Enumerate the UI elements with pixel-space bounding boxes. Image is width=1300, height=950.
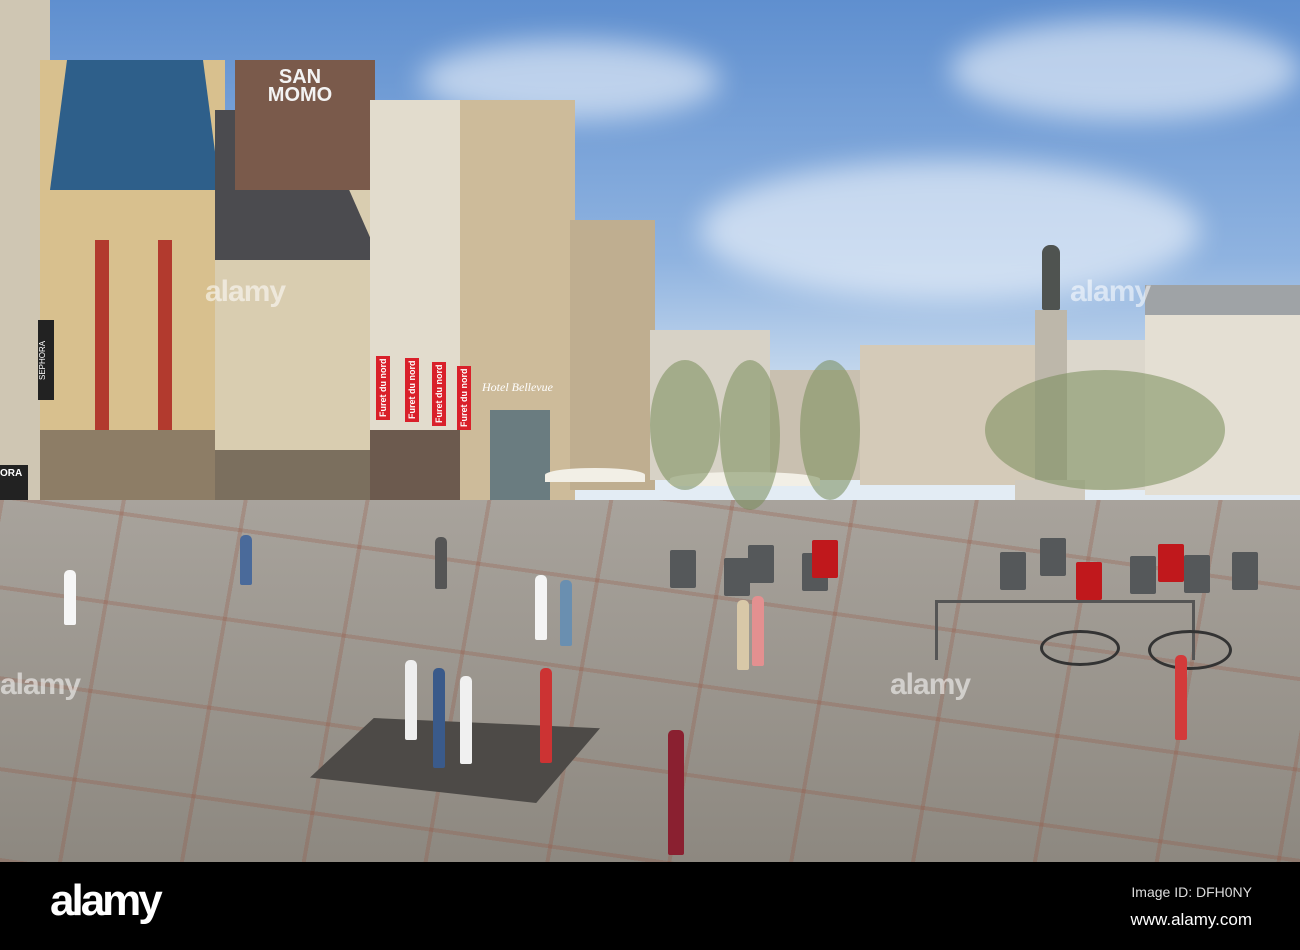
furet-banner: Furet du nord bbox=[405, 358, 419, 422]
person bbox=[668, 730, 684, 855]
hotel-entrance bbox=[490, 410, 550, 510]
alamy-url[interactable]: www.alamy.com bbox=[1130, 910, 1252, 930]
tree bbox=[800, 360, 860, 500]
image-id: Image ID: DFH0NY bbox=[1131, 884, 1252, 900]
sephora-sign: SEPHORA bbox=[38, 320, 54, 400]
roof bbox=[1145, 285, 1300, 315]
person bbox=[435, 537, 447, 589]
hotel-sign: Hotel Bellevue bbox=[482, 380, 553, 394]
alamy-logo: alamy bbox=[50, 876, 163, 925]
building-furet bbox=[370, 100, 465, 520]
planter bbox=[1130, 556, 1156, 594]
planter-red bbox=[812, 540, 838, 578]
red-pilaster bbox=[158, 240, 172, 440]
goddess-statue bbox=[1042, 245, 1060, 310]
person bbox=[560, 580, 572, 646]
parasol bbox=[545, 468, 645, 482]
footer-bar: alamy Image ID: DFH0NY www.alamy.com bbox=[0, 862, 1300, 950]
sephora-sign-partial: ORA bbox=[0, 468, 23, 479]
watermark: alamy bbox=[1070, 275, 1151, 308]
watermark: alamy bbox=[0, 668, 81, 701]
person bbox=[64, 570, 76, 625]
person bbox=[433, 668, 445, 768]
person bbox=[752, 596, 764, 666]
person bbox=[240, 535, 252, 585]
plaza-paving bbox=[0, 500, 1300, 862]
person bbox=[535, 575, 547, 640]
bicycle bbox=[1148, 630, 1232, 670]
person bbox=[405, 660, 417, 740]
person bbox=[1175, 655, 1187, 740]
blue-roof bbox=[50, 60, 220, 190]
planter bbox=[1232, 552, 1258, 590]
cloud bbox=[950, 20, 1300, 120]
watermark: alamy bbox=[890, 668, 971, 701]
planter bbox=[1184, 555, 1210, 593]
building bbox=[570, 220, 655, 490]
planter-red bbox=[1158, 544, 1184, 582]
building-hotel: Hotel Bellevue bbox=[460, 100, 575, 510]
building-flemish bbox=[40, 60, 225, 560]
furet-banner: Furet du nord bbox=[432, 362, 446, 426]
furet-banner: Furet du nord bbox=[457, 366, 471, 430]
tree bbox=[650, 360, 720, 490]
planter-red bbox=[1076, 562, 1102, 600]
photo-grand-place: ORA SEPHORA SAN MOMO Hotel Bellevue Fure… bbox=[0, 0, 1300, 862]
person bbox=[540, 668, 552, 763]
trees bbox=[985, 370, 1225, 490]
watermark: alamy bbox=[205, 275, 286, 308]
person bbox=[737, 600, 749, 670]
planter bbox=[1000, 552, 1026, 590]
furet-banner: Furet du nord bbox=[376, 356, 390, 420]
person bbox=[460, 676, 472, 764]
brick-gable: SAN MOMO bbox=[235, 60, 375, 190]
graffiti-san-momo: SAN MOMO bbox=[267, 66, 333, 106]
planter bbox=[748, 545, 774, 583]
planter bbox=[670, 550, 696, 588]
planter bbox=[1040, 538, 1066, 576]
tree bbox=[720, 360, 780, 510]
planter bbox=[724, 558, 750, 596]
red-pilaster bbox=[95, 240, 109, 440]
bicycle bbox=[1040, 630, 1120, 666]
